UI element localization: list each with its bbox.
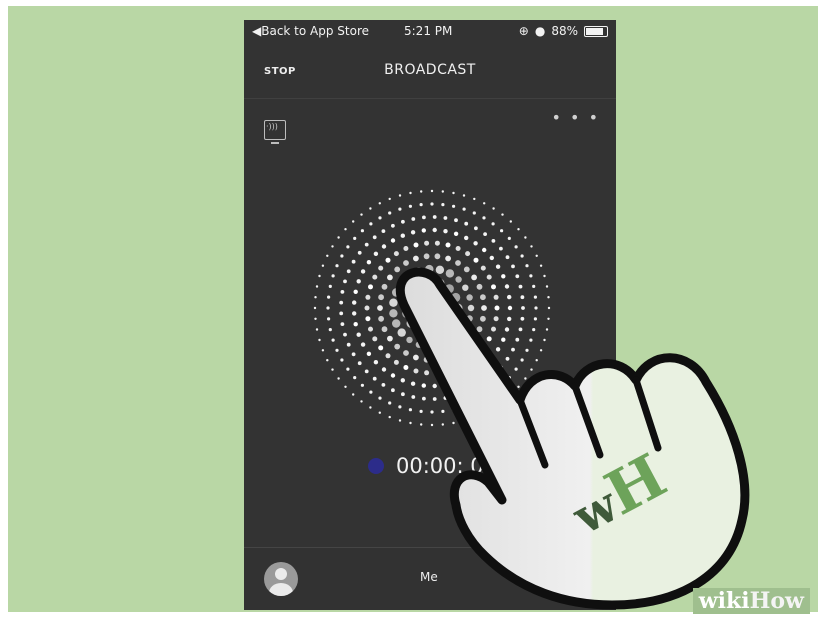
pointing-hand-illustration: w H: [395, 267, 750, 610]
hand-outline: [395, 267, 750, 610]
wikihow-watermark: wikiHow: [692, 588, 810, 614]
